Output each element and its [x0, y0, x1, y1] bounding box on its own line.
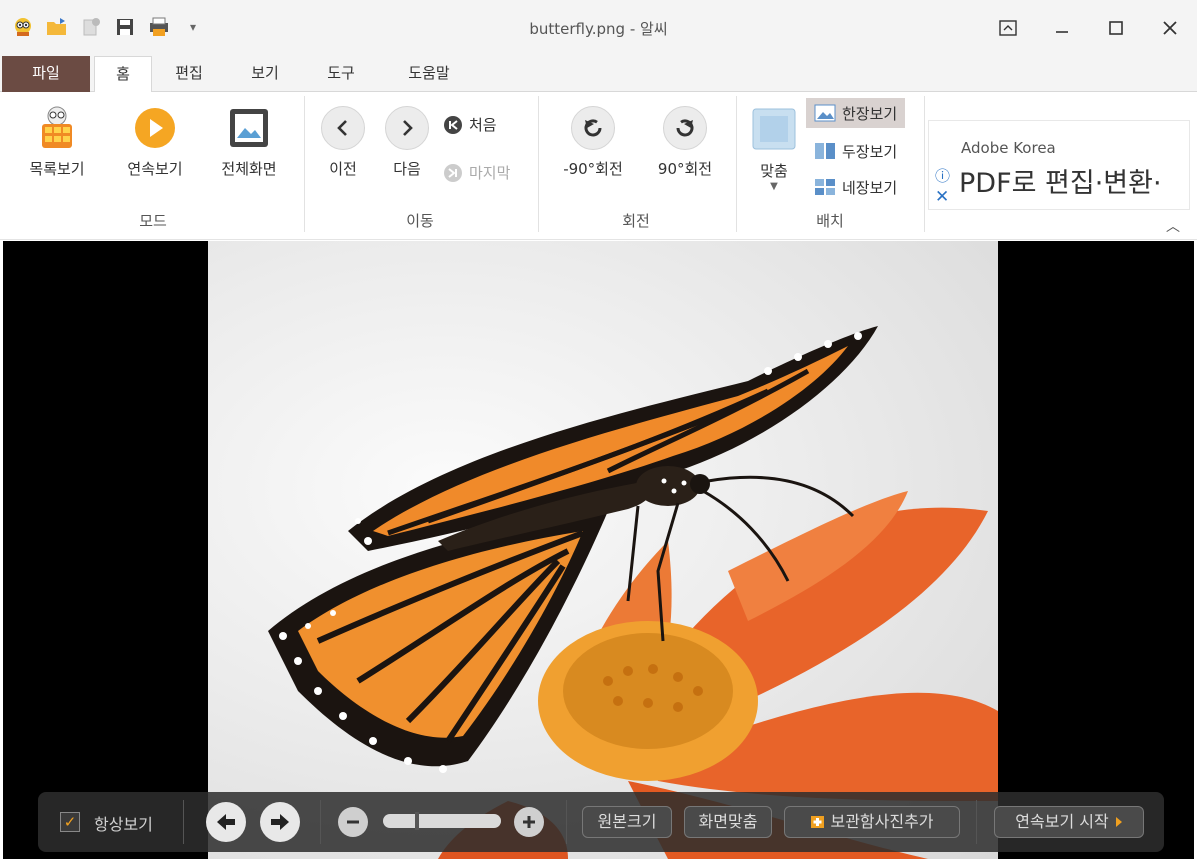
control-separator [320, 800, 321, 844]
fullscreen-label: 전체화면 [221, 160, 277, 178]
collapse-ribbon-icon[interactable]: ︿ [1166, 216, 1180, 236]
group-label-layout: 배치 [816, 212, 844, 230]
fit-screen-button[interactable]: 화면맞춤 [684, 806, 772, 838]
maximize-icon[interactable] [1089, 8, 1143, 48]
list-view-button[interactable]: 목록보기 [14, 104, 100, 179]
fullscreen-button[interactable]: 전체화면 [206, 104, 292, 179]
image-viewer: ✓ 항상보기 원본크기 화면맞춤 보관함사진추가 연속보기 시작 [3, 241, 1194, 859]
tab-view[interactable]: 보기 [236, 56, 294, 92]
prev-arrow-icon [321, 106, 365, 150]
add-storage-icon [811, 816, 825, 828]
list-view-icon [14, 104, 100, 152]
ribbon-tabs: 파일 홈 편집 보기 도구 도움말 [0, 56, 1197, 93]
add-to-storage-label: 보관함사진추가 [830, 812, 934, 831]
fullscreen-icon [206, 104, 292, 152]
zoom-out-button[interactable] [338, 807, 368, 837]
first-icon [444, 115, 462, 134]
ribbon-separator [538, 96, 539, 232]
tab-home[interactable]: 홈 [94, 56, 152, 93]
tab-tools[interactable]: 도구 [312, 56, 370, 92]
quad-view-label: 네장보기 [842, 178, 898, 197]
single-view-label: 한장보기 [842, 104, 898, 123]
double-view-button[interactable]: 두장보기 [806, 136, 905, 166]
play-icon [112, 104, 198, 152]
last-label: 마지막 [469, 164, 511, 182]
quad-view-button[interactable]: 네장보기 [806, 172, 905, 202]
control-separator [183, 800, 184, 844]
next-arrow-icon [385, 106, 429, 150]
tab-edit[interactable]: 편집 [160, 56, 218, 92]
zoom-slider[interactable] [383, 812, 501, 830]
first-label: 처음 [469, 116, 497, 134]
ad-message: PDF로 편집·변환· [959, 168, 1162, 199]
ribbon-separator [924, 96, 925, 232]
single-view-icon [814, 104, 836, 122]
double-view-icon [815, 143, 835, 159]
rotate-left-label: -90°회전 [563, 160, 623, 178]
prev-label: 이전 [329, 160, 357, 178]
minus-icon [347, 820, 359, 824]
ad-brand: Adobe Korea [961, 139, 1056, 157]
start-slideshow-button[interactable]: 연속보기 시작 [994, 806, 1144, 838]
tab-file[interactable]: 파일 [2, 56, 90, 92]
group-label-move: 이동 [406, 212, 434, 230]
rotate-left-button[interactable]: -90°회전 [552, 106, 634, 179]
pin-window-icon[interactable] [981, 8, 1035, 48]
minimize-icon[interactable] [1035, 8, 1089, 48]
play-arrow-icon [1115, 817, 1122, 827]
zoom-in-button[interactable] [514, 807, 544, 837]
fit-label: 맞춤 [760, 162, 788, 180]
title-bar: ▾ butterfly.png - 알씨 [0, 0, 1197, 56]
left-arrow-icon [217, 814, 235, 830]
advertisement-banner[interactable]: Adobe Korea PDF로 편집·변환· ⓘ ✕ [928, 120, 1190, 210]
previous-image-button[interactable] [206, 802, 246, 842]
always-show-checkbox[interactable]: ✓ [60, 812, 80, 832]
zoom-slider-thumb[interactable] [415, 812, 419, 830]
next-label: 다음 [393, 160, 421, 178]
ribbon: 목록보기 연속보기 전체화면 모드 이전 다음 처음 마지막 이동 -90°회전… [0, 92, 1197, 240]
plus-icon [523, 816, 535, 828]
tab-help[interactable]: 도움말 [392, 56, 466, 92]
group-label-mode: 모드 [139, 212, 167, 230]
add-to-storage-button[interactable]: 보관함사진추가 [784, 806, 960, 838]
ad-close-icon[interactable]: ✕ [935, 187, 949, 207]
last-button[interactable]: 마지막 [443, 162, 510, 183]
prev-button[interactable]: 이전 [318, 106, 368, 179]
butterfly-image [208, 241, 998, 859]
rotate-right-icon [663, 106, 707, 150]
control-separator [566, 800, 567, 844]
fit-dropdown-icon[interactable]: ▼ [748, 181, 800, 192]
window-controls [981, 8, 1197, 48]
ad-info-icon[interactable]: ⓘ [935, 165, 950, 186]
slideshow-button[interactable]: 연속보기 [112, 104, 198, 179]
control-separator [976, 800, 977, 844]
original-size-button[interactable]: 원본크기 [582, 806, 672, 838]
rotate-left-icon [571, 106, 615, 150]
group-label-rotate: 회전 [622, 212, 650, 230]
next-button[interactable]: 다음 [382, 106, 432, 179]
rotate-right-button[interactable]: 90°회전 [644, 106, 726, 179]
quad-view-icon [815, 179, 835, 195]
always-show-label: 항상보기 [94, 815, 153, 834]
single-view-button[interactable]: 한장보기 [806, 98, 906, 128]
list-view-label: 목록보기 [29, 160, 85, 178]
fit-icon [748, 104, 800, 154]
double-view-label: 두장보기 [842, 142, 898, 161]
ribbon-separator [736, 96, 737, 232]
fit-button[interactable]: 맞춤 ▼ [748, 104, 800, 192]
slideshow-label: 연속보기 [127, 160, 183, 178]
ribbon-separator [304, 96, 305, 232]
butterfly-artwork [268, 326, 998, 859]
start-slideshow-label: 연속보기 시작 [1015, 812, 1109, 831]
last-icon [444, 163, 462, 182]
rotate-right-label: 90°회전 [657, 160, 713, 178]
next-image-button[interactable] [260, 802, 300, 842]
close-icon[interactable] [1143, 8, 1197, 48]
viewer-control-bar: ✓ 항상보기 원본크기 화면맞춤 보관함사진추가 연속보기 시작 [38, 792, 1164, 852]
right-arrow-icon [271, 814, 289, 830]
first-button[interactable]: 처음 [443, 114, 497, 135]
